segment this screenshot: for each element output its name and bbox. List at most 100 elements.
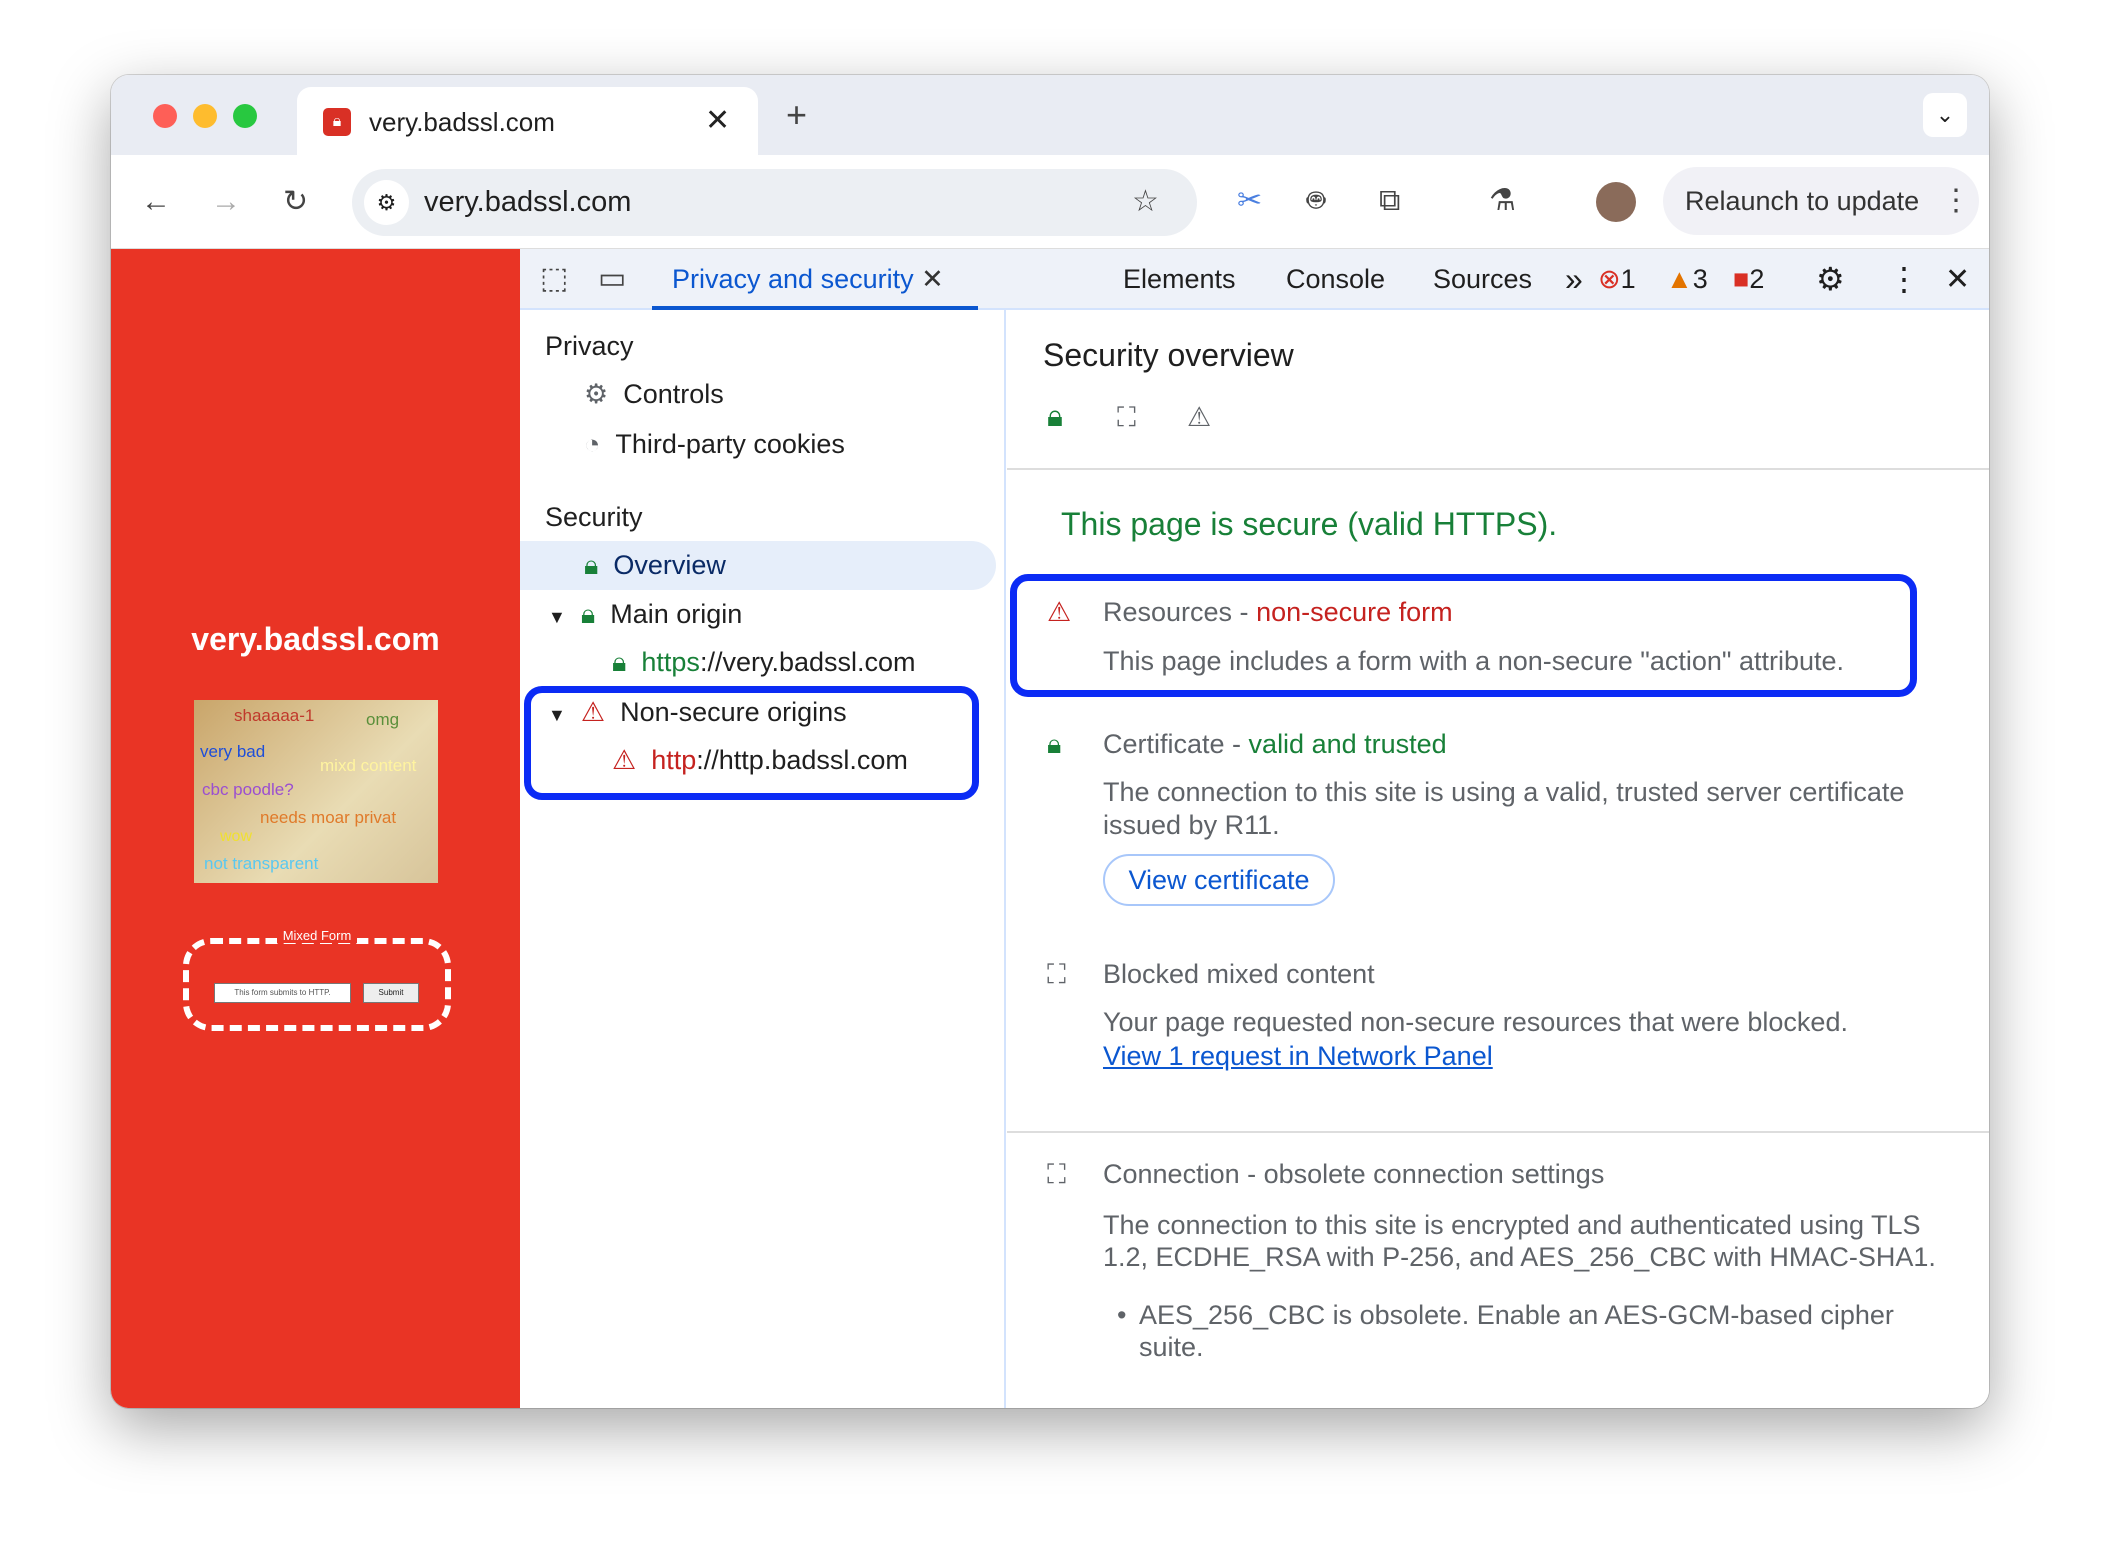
- secure-lock-icon[interactable]: 🔒︎: [1047, 399, 1063, 435]
- browser-window: 🔒︎ very.badssl.com ✕ + ⌄ ← → ↻ ⚙ very.ba…: [111, 75, 1989, 1408]
- close-devtools-icon[interactable]: ✕: [1945, 249, 1970, 310]
- expand-arrow-icon[interactable]: ▼: [548, 705, 566, 725]
- robot-icon[interactable]: 🤖︎: [1307, 181, 1325, 221]
- more-icon[interactable]: ⋮: [1941, 181, 1971, 221]
- close-tab-icon[interactable]: ✕: [921, 264, 944, 294]
- flask-icon[interactable]: ⚗: [1489, 181, 1516, 221]
- bullet: •: [1117, 1300, 1127, 1330]
- form-submit-button[interactable]: Submit: [363, 983, 419, 1003]
- main-origin-item[interactable]: ▼ 🔒︎ Main origin: [548, 596, 742, 635]
- doge-image: shaaaaa-1 omg very bad mixd content cbc …: [194, 700, 438, 883]
- tab-title: very.badssl.com: [369, 107, 555, 137]
- relaunch-button[interactable]: Relaunch to update ⋮: [1663, 167, 1979, 235]
- avatar[interactable]: [1596, 182, 1636, 222]
- form-input[interactable]: This form submits to HTTP.: [214, 983, 351, 1003]
- connection-title: Connection - obsolete connection setting…: [1103, 1159, 1605, 1189]
- tab-privacy-security[interactable]: Privacy and security ✕: [652, 249, 978, 310]
- warning-count[interactable]: ▲3: [1666, 249, 1708, 310]
- webpage: very.badssl.com shaaaaa-1 omg very bad m…: [111, 249, 520, 1408]
- site-info-icon[interactable]: ⚙: [364, 180, 409, 225]
- error-count-value: 1: [1620, 264, 1636, 294]
- mixed-content-icon[interactable]: ⛶: [1117, 399, 1136, 435]
- issue-count-value: 2: [1749, 264, 1765, 294]
- url-text[interactable]: very.badssl.com: [424, 184, 631, 220]
- tab-console[interactable]: Console: [1286, 249, 1385, 310]
- warning-icon: ▲: [1666, 264, 1693, 294]
- connection-bullet-line: suite.: [1139, 1332, 1204, 1362]
- third-party-cookies-item[interactable]: ◔ Third-party cookies: [584, 426, 845, 462]
- close-tab-icon[interactable]: ✕: [705, 101, 730, 141]
- non-secure-origins-item[interactable]: ▼ ⚠ Non-secure origins: [548, 694, 847, 733]
- tab-label: Privacy and security: [672, 264, 914, 294]
- page-title: Security overview: [1043, 337, 1294, 373]
- non-secure-label: Non-secure origins: [620, 697, 847, 727]
- lock-broken-favicon-icon: 🔒︎: [323, 108, 351, 136]
- form-legend: Mixed Form: [276, 928, 358, 943]
- main-origin-url[interactable]: 🔒︎ https://very.badssl.com: [612, 644, 916, 680]
- url-scheme: https: [641, 647, 700, 677]
- cert-desc-line: issued by R11.: [1103, 810, 1280, 840]
- error-count[interactable]: ⊗1: [1598, 249, 1636, 310]
- site-title: very.badssl.com: [191, 621, 440, 657]
- scissors-icon[interactable]: ✂: [1237, 181, 1262, 221]
- close-window-button[interactable]: [153, 104, 177, 128]
- security-summary: This page is secure (valid HTTPS).: [1061, 506, 1558, 542]
- tab-elements[interactable]: Elements: [1123, 249, 1236, 310]
- lock-icon: 🔒︎: [612, 647, 627, 677]
- resources-status: non-secure form: [1256, 597, 1453, 627]
- more-options-icon[interactable]: ⋮: [1888, 249, 1920, 310]
- non-secure-origin-url[interactable]: ⚠ http://http.badssl.com: [612, 742, 908, 778]
- privacy-heading: Privacy: [545, 331, 634, 361]
- security-heading: Security: [545, 502, 643, 532]
- divider: [1007, 468, 1989, 470]
- address-bar[interactable]: ⚙ very.badssl.com ☆: [352, 169, 1197, 236]
- gear-icon: ⚙: [584, 379, 609, 409]
- minimize-window-button[interactable]: [193, 104, 217, 128]
- maximize-window-button[interactable]: [233, 104, 257, 128]
- warning-count-value: 3: [1692, 264, 1708, 294]
- back-icon[interactable]: ←: [141, 182, 171, 222]
- forward-icon[interactable]: →: [211, 182, 241, 222]
- doge-word: cbc poodle?: [202, 780, 294, 799]
- device-toolbar-icon[interactable]: ▭: [598, 259, 626, 299]
- issues-count[interactable]: ■2: [1733, 249, 1764, 310]
- overview-item-label[interactable]: 🔒︎ Overview: [584, 547, 726, 583]
- reload-icon[interactable]: ↻: [283, 182, 308, 222]
- more-tabs-icon[interactable]: »: [1565, 249, 1583, 310]
- warning-outline-icon[interactable]: ⚠: [1187, 399, 1211, 435]
- devtools-panel: ⬚ ▭ Privacy and security ✕ Elements Cons…: [520, 249, 1989, 1408]
- network-panel-link[interactable]: View 1 request in Network Panel: [1103, 1038, 1493, 1074]
- view-certificate-button[interactable]: View certificate: [1103, 854, 1335, 906]
- doge-word: not transparent: [204, 854, 319, 873]
- devtools-tabbar: ⬚ ▭ Privacy and security ✕ Elements Cons…: [520, 249, 1989, 310]
- url-host: ://http.badssl.com: [696, 745, 908, 775]
- warning-icon: ⚠: [612, 745, 637, 775]
- security-main: Security overview 🔒︎ ⛶ ⚠ This page is se…: [1007, 310, 1989, 1408]
- expand-arrow-icon[interactable]: ▼: [548, 607, 566, 627]
- main-origin-label: Main origin: [610, 599, 743, 629]
- new-tab-icon[interactable]: +: [786, 95, 807, 135]
- extensions-icon[interactable]: ⧉: [1379, 181, 1400, 221]
- doge-word: very bad: [200, 742, 266, 761]
- lock-icon: 🔒︎: [584, 550, 599, 580]
- inspect-element-icon[interactable]: ⬚: [540, 259, 568, 299]
- settings-gear-icon[interactable]: ⚙: [1816, 249, 1845, 310]
- mixed-content-icon: ⛶: [1047, 959, 1066, 989]
- resources-label: Resources -: [1103, 597, 1257, 627]
- mixed-content-title: Blocked mixed content: [1103, 959, 1375, 989]
- issue-icon: ■: [1733, 264, 1750, 294]
- tab-search-chevron-icon[interactable]: ⌄: [1923, 93, 1967, 137]
- tab-sources[interactable]: Sources: [1433, 249, 1532, 310]
- cert-desc-line: The connection to this site is using a v…: [1103, 777, 1905, 807]
- url-host: ://very.badssl.com: [699, 647, 916, 677]
- controls-item[interactable]: ⚙ Controls: [584, 376, 724, 412]
- connection-icon: ⛶: [1047, 1159, 1066, 1189]
- connection-desc-line: 1.2, ECDHE_RSA with P-256, and AES_256_C…: [1103, 1242, 1936, 1272]
- doge-word: mixd content: [320, 756, 417, 775]
- controls-label: Controls: [623, 379, 724, 409]
- third-party-label: Third-party cookies: [615, 429, 845, 459]
- mixed-form: Mixed Form This form submits to HTTP. Su…: [183, 928, 451, 1031]
- connection-desc-line: The connection to this site is encrypted…: [1103, 1210, 1921, 1240]
- browser-tab[interactable]: 🔒︎ very.badssl.com ✕: [297, 87, 758, 155]
- star-icon[interactable]: ☆: [1132, 182, 1159, 222]
